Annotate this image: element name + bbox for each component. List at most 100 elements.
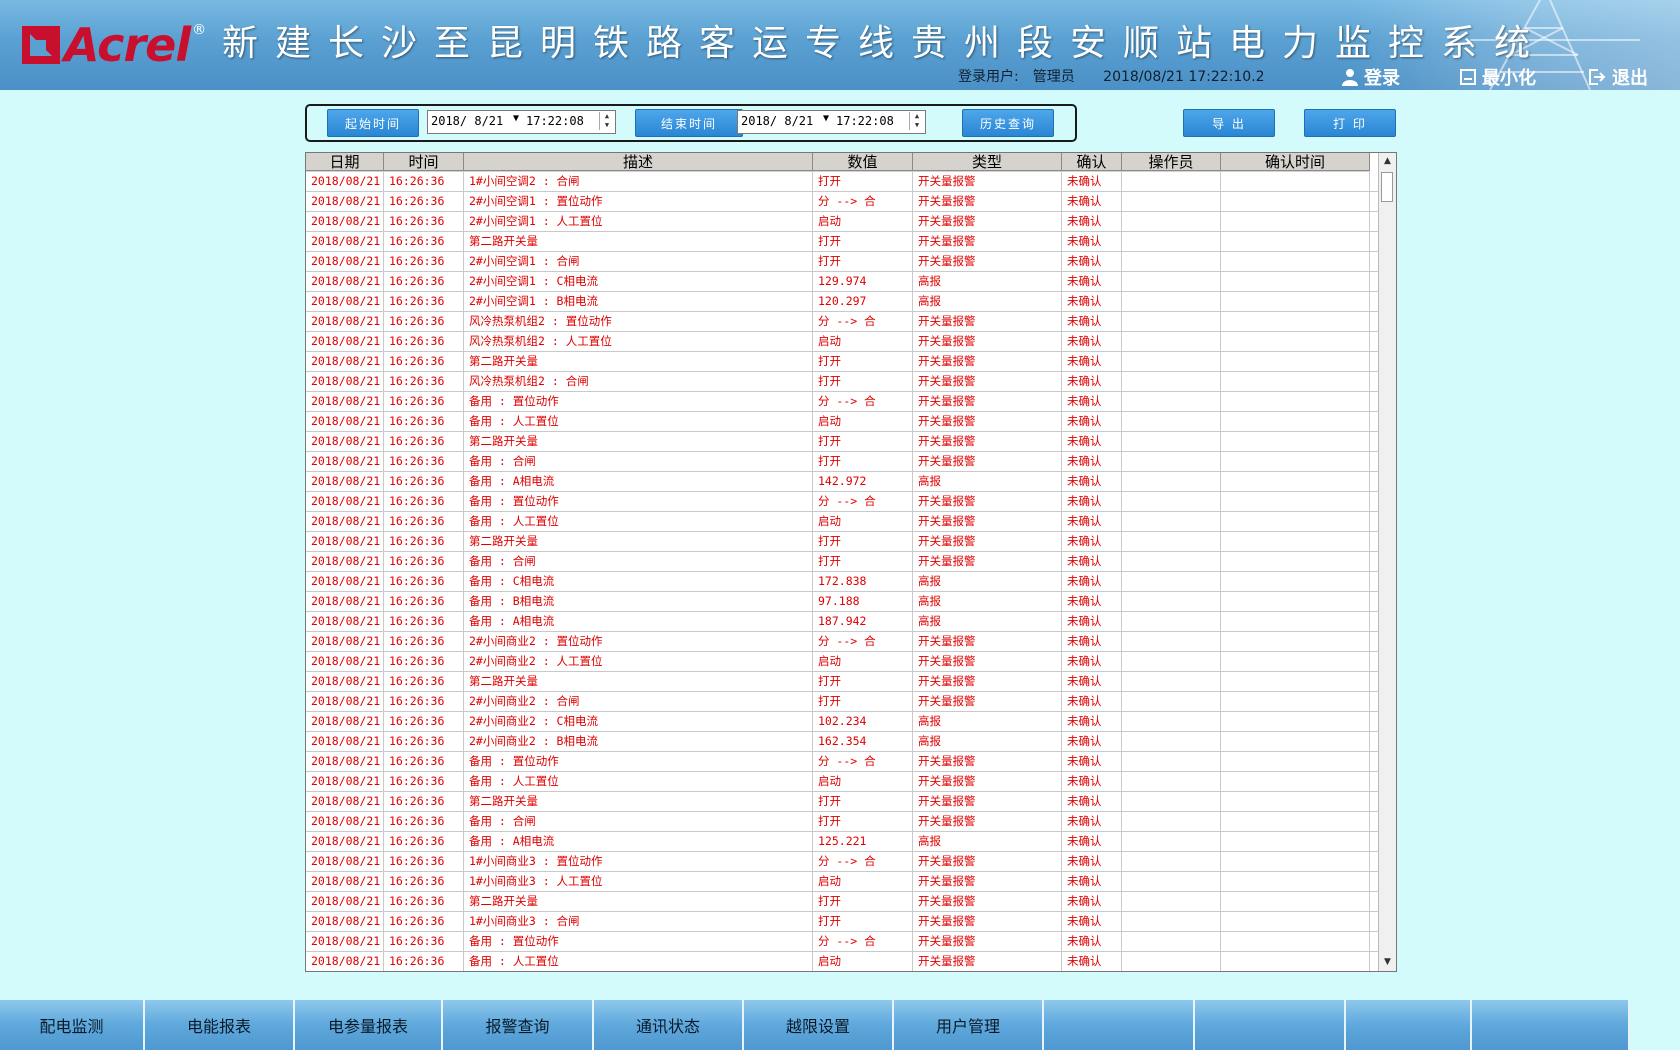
start-time-value: 17:22:08 <box>526 114 584 128</box>
cell-time: 16:26:36 <box>384 192 464 211</box>
end-datetime-picker[interactable]: 2018/ 8/21 ▼ 17:22:08 ▲ ▼ <box>737 110 926 134</box>
table-row[interactable]: 2018/08/21 16:26:36 备用 : 人工置位 启动 开关量报警 未确认 <box>306 772 1378 792</box>
time-spinner-icon[interactable]: ▲ ▼ <box>599 112 614 130</box>
cell-description: 备用 : B相电流 <box>464 592 813 611</box>
table-row[interactable]: 2018/08/21 16:26:36 备用 : 人工置位 启动 开关量报警 未确认 <box>306 412 1378 432</box>
column-header-description[interactable]: 描述 <box>464 153 813 171</box>
column-header-value[interactable]: 数值 <box>813 153 913 171</box>
cell-value: 启动 <box>813 872 913 891</box>
nav-tab-2[interactable]: 电能报表 <box>145 1000 295 1050</box>
table-row[interactable]: 2018/08/21 16:26:36 第二路开关量 打开 开关量报警 未确认 <box>306 892 1378 912</box>
table-row[interactable]: 2018/08/21 16:26:36 风冷热泵机组2 : 合闸 打开 开关量报警 未确认 <box>306 372 1378 392</box>
cell-confirm-time <box>1221 332 1370 351</box>
column-header-date[interactable]: 日期 <box>306 153 384 171</box>
table-row[interactable]: 2018/08/21 16:26:36 备用 : B相电流 97.188 高报 未确认 <box>306 592 1378 612</box>
cell-type: 开关量报警 <box>913 212 1062 231</box>
cell-confirm-time <box>1221 672 1370 691</box>
cell-value: 分 --> 合 <box>813 752 913 771</box>
table-row[interactable]: 2018/08/21 16:26:36 备用 : 置位动作分 --> 合开关量报警未… <box>306 392 1378 412</box>
column-header-confirm-time[interactable]: 确认时间 <box>1221 153 1370 171</box>
cell-operator <box>1122 292 1221 311</box>
nav-tab-9[interactable] <box>1195 1000 1346 1050</box>
dropdown-arrow-icon[interactable]: ▼ <box>513 113 519 124</box>
table-row[interactable]: 2018/08/21 16:26:36 第二路开关量 打开 开关量报警 未确认 <box>306 232 1378 252</box>
table-row[interactable]: 2018/08/21 16:26:36 2#小间空调1 : 人工置位 启动 开关量报警未… <box>306 212 1378 232</box>
column-header-operator[interactable]: 操作员 <box>1122 153 1221 171</box>
table-row[interactable]: 2018/08/21 16:26:36 备用 : 置位动作分 --> 合开关量报警未… <box>306 752 1378 772</box>
dropdown-arrow-icon[interactable]: ▼ <box>823 113 829 124</box>
table-row[interactable]: 2018/08/21 16:26:36 备用 : 人工置位 启动 开关量报警 未确认 <box>306 512 1378 532</box>
table-row[interactable]: 2018/08/21 16:26:36 1#小间空调2 : 合闸 打开 开关量报警 未确认 <box>306 172 1378 192</box>
table-row[interactable]: 2018/08/21 16:26:36 2#小间空调1 : C相电流 129.974 高… <box>306 272 1378 292</box>
table-row[interactable]: 2018/08/21 16:26:36 1#小间商业3 : 人工置位 启动 开关量报警未… <box>306 872 1378 892</box>
table-row[interactable]: 2018/08/21 16:26:36 1#小间商业3 : 合闸 打开 开关量报警 未确认 <box>306 912 1378 932</box>
table-row[interactable]: 2018/08/21 16:26:36 备用 : 置位动作分 --> 合开关量报警未… <box>306 932 1378 952</box>
table-row[interactable]: 2018/08/21 16:26:36 2#小间商业2 : 置位动作分 --> 合开… <box>306 632 1378 652</box>
table-row[interactable]: 2018/08/21 16:26:36 2#小间商业2 : 合闸 打开 开关量报警 未确认 <box>306 692 1378 712</box>
cell-type: 开关量报警 <box>913 652 1062 671</box>
table-row[interactable]: 2018/08/21 16:26:36 2#小间空调1 : 置位动作分 --> 合开… <box>306 192 1378 212</box>
table-row[interactable]: 2018/08/21 16:26:36 2#小间商业2 : 人工置位 启动 开关量报警未… <box>306 652 1378 672</box>
nav-tab-1[interactable]: 配电监测 <box>0 1000 145 1050</box>
time-spinner-icon[interactable]: ▲ ▼ <box>909 112 924 130</box>
cell-confirm: 未确认 <box>1062 472 1122 491</box>
table-row[interactable]: 2018/08/21 16:26:36 第二路开关量 打开 开关量报警 未确认 <box>306 672 1378 692</box>
nav-tab-4[interactable]: 报警查询 <box>443 1000 594 1050</box>
minimize-button[interactable]: 最小化 <box>1460 64 1536 90</box>
cell-operator <box>1122 672 1221 691</box>
export-button[interactable]: 导 出 <box>1183 109 1275 137</box>
table-row[interactable]: 2018/08/21 16:26:36 第二路开关量 打开 开关量报警 未确认 <box>306 792 1378 812</box>
cell-type: 开关量报警 <box>913 872 1062 891</box>
scroll-down-icon[interactable]: ▼ <box>1379 954 1396 971</box>
cell-description: 备用 : 合闸 <box>464 452 813 471</box>
table-row[interactable]: 2018/08/21 16:26:36 备用 : A相电流 142.972 高报 未确认 <box>306 472 1378 492</box>
table-row[interactable]: 2018/08/21 16:26:36 2#小间空调1 : B相电流 120.297 高… <box>306 292 1378 312</box>
cell-date: 2018/08/21 <box>306 352 384 371</box>
minimize-icon <box>1460 69 1476 85</box>
table-row[interactable]: 2018/08/21 16:26:36 2#小间空调1 : 合闸 打开 开关量报警 未确认 <box>306 252 1378 272</box>
cell-type: 开关量报警 <box>913 232 1062 251</box>
nav-tab-11[interactable] <box>1472 1000 1630 1050</box>
table-row[interactable]: 2018/08/21 16:26:36 备用 : 人工置位 启动 开关量报警 未确认 <box>306 952 1378 971</box>
print-button[interactable]: 打 印 <box>1304 109 1396 137</box>
cell-description: 备用 : 合闸 <box>464 552 813 571</box>
history-query-button[interactable]: 历史查询 <box>962 109 1054 137</box>
column-header-confirm[interactable]: 确认 <box>1062 153 1122 171</box>
table-row[interactable]: 2018/08/21 16:26:36 备用 : 合闸 打开 开关量报警 未确认 <box>306 452 1378 472</box>
nav-tab-7[interactable]: 用户管理 <box>894 1000 1044 1050</box>
table-row[interactable]: 2018/08/21 16:26:36 第二路开关量 打开 开关量报警 未确认 <box>306 352 1378 372</box>
cell-value: 打开 <box>813 252 913 271</box>
table-row[interactable]: 2018/08/21 16:26:36 风冷热泵机组2 : 置位动作分 --> 合开… <box>306 312 1378 332</box>
exit-button[interactable]: 退出 <box>1588 64 1648 90</box>
table-row[interactable]: 2018/08/21 16:26:36 1#小间商业3 : 置位动作分 --> 合开… <box>306 852 1378 872</box>
column-header-type[interactable]: 类型 <box>913 153 1062 171</box>
cell-value: 启动 <box>813 212 913 231</box>
scroll-up-icon[interactable]: ▲ <box>1379 153 1396 170</box>
table-row[interactable]: 2018/08/21 16:26:36 备用 : 置位动作分 --> 合开关量报警未… <box>306 492 1378 512</box>
cell-date: 2018/08/21 <box>306 872 384 891</box>
cell-confirm-time <box>1221 472 1370 491</box>
table-row[interactable]: 2018/08/21 16:26:36 备用 : C相电流 172.838 高报 未确认 <box>306 572 1378 592</box>
nav-tab-3[interactable]: 电参量报表 <box>295 1000 443 1050</box>
nav-tab-8[interactable] <box>1044 1000 1195 1050</box>
table-row[interactable]: 2018/08/21 16:26:36 备用 : 合闸 打开 开关量报警 未确认 <box>306 812 1378 832</box>
column-header-time[interactable]: 时间 <box>384 153 464 171</box>
table-row[interactable]: 2018/08/21 16:26:36 2#小间商业2 : C相电流 102.234 高… <box>306 712 1378 732</box>
table-row[interactable]: 2018/08/21 16:26:36 第二路开关量 打开 开关量报警 未确认 <box>306 532 1378 552</box>
nav-tab-6[interactable]: 越限设置 <box>744 1000 894 1050</box>
cell-operator <box>1122 512 1221 531</box>
table-row[interactable]: 2018/08/21 16:26:36 备用 : A相电流 125.221 高报 未确认 <box>306 832 1378 852</box>
nav-tab-10[interactable] <box>1346 1000 1472 1050</box>
scroll-thumb[interactable] <box>1381 172 1393 202</box>
nav-tab-5[interactable]: 通讯状态 <box>594 1000 744 1050</box>
table-row[interactable]: 2018/08/21 16:26:36 备用 : 合闸 打开 开关量报警 未确认 <box>306 552 1378 572</box>
table-row[interactable]: 2018/08/21 16:26:36 第二路开关量 打开 开关量报警 未确认 <box>306 432 1378 452</box>
vertical-scrollbar[interactable]: ▲ ▼ <box>1378 153 1396 971</box>
table-row[interactable]: 2018/08/21 16:26:36 备用 : A相电流 187.942 高报 未确认 <box>306 612 1378 632</box>
table-row[interactable]: 2018/08/21 16:26:36 2#小间商业2 : B相电流 162.354 高… <box>306 732 1378 752</box>
table-row[interactable]: 2018/08/21 16:26:36 风冷热泵机组2 : 人工置位 启动 开关量报警未… <box>306 332 1378 352</box>
login-button[interactable]: 登录 <box>1342 64 1400 90</box>
start-datetime-picker[interactable]: 2018/ 8/21 ▼ 17:22:08 ▲ ▼ <box>427 110 616 134</box>
end-time-button[interactable]: 结束时间 <box>635 109 743 137</box>
start-time-button[interactable]: 起始时间 <box>327 109 419 137</box>
